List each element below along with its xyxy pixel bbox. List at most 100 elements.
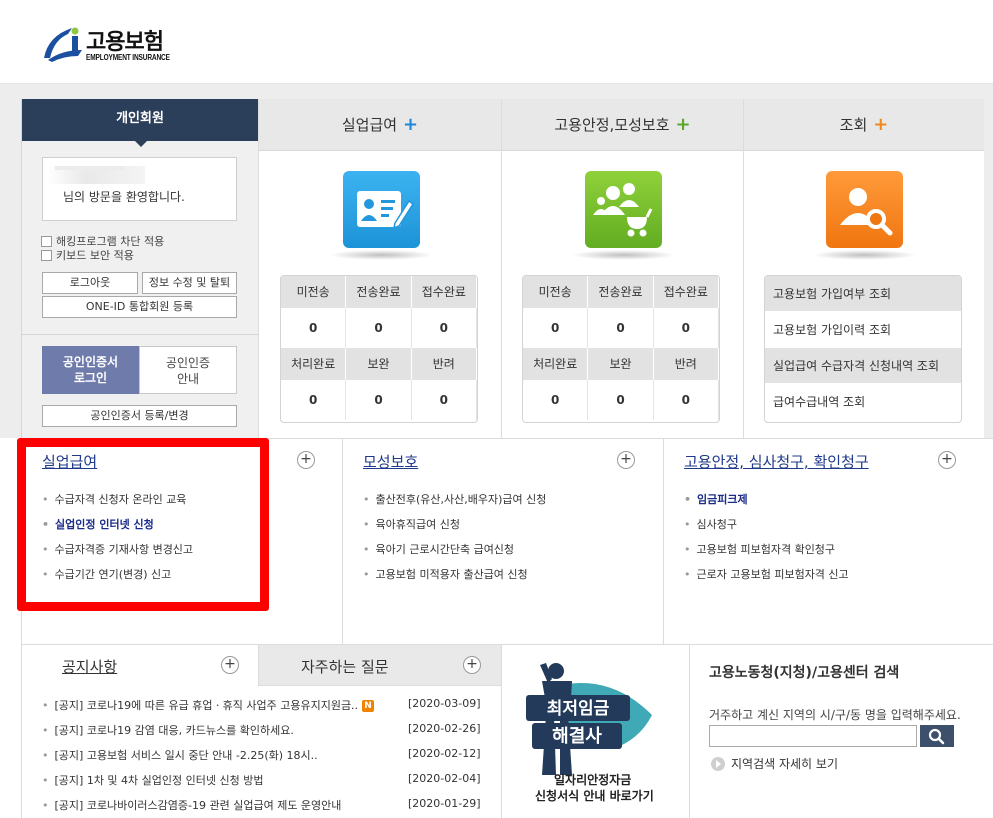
more-plus-icon[interactable]: + <box>938 451 956 469</box>
inquiry-link[interactable]: 실업급여 수급자격 신청내역 조회 <box>765 348 961 384</box>
more-plus-icon[interactable]: + <box>221 656 239 674</box>
status-count[interactable]: 0 <box>523 380 589 420</box>
oneid-register-button[interactable]: ONE-ID 통합회원 등록 <box>42 296 237 318</box>
welcome-box: 님의 방문을 환영합니다. <box>42 157 237 221</box>
highlight-box <box>17 438 269 611</box>
status-label: 전송완료 <box>346 276 412 308</box>
checkbox-icon[interactable] <box>41 249 52 261</box>
link-list: • 임금피크제 • 심사청구 • 고용보험 피보험자격 확인청구 • 근로자 고용보험 … <box>684 491 849 591</box>
service-body: 고용보험 가입여부 조회 고용보험 가입이력 조회 실업급여 수급자격 신청내역… <box>744 151 984 438</box>
list-item[interactable]: • 근로자 고용보험 피보험자격 신고 <box>684 566 849 591</box>
status-count[interactable]: 0 <box>654 380 719 420</box>
status-count[interactable]: 0 <box>412 308 477 348</box>
cert-login-button[interactable]: 공인인증서 로그인 <box>42 346 139 394</box>
notice-item[interactable]: • [공지] 고용보험 서비스 일시 중단 안내 -2.25(화) 18시.. [2… <box>42 747 500 772</box>
service-title: 실업급여 <box>341 116 398 134</box>
cert-login-label-1: 공인인증서 <box>62 355 119 369</box>
tab-faq[interactable]: 자주하는 질문 + <box>259 645 502 686</box>
status-label-row: 미전송 전송완료 접수완료 <box>281 276 477 308</box>
service-header[interactable]: 실업급여 + <box>259 99 501 151</box>
status-count[interactable]: 0 <box>346 308 412 348</box>
play-circle-icon <box>711 756 725 771</box>
region-search-input[interactable] <box>709 725 917 747</box>
service-body: 미전송 전송완료 접수완료 0 0 0 처리완료 보완 반려 0 0 0 <box>259 151 501 438</box>
more-plus-icon[interactable]: + <box>297 451 315 469</box>
member-panel: 개인회원 님의 방문을 환영합니다. 해킹프로그램 차단 적용 키보드 보안 적… <box>21 99 258 438</box>
list-item[interactable]: • 고용보험 피보험자격 확인청구 <box>684 541 849 566</box>
links-title[interactable]: 모성보호 <box>363 451 418 472</box>
list-item[interactable]: • 육아휴직급여 신청 <box>363 516 546 541</box>
status-label: 처리완료 <box>523 348 589 380</box>
cert-register-button[interactable]: 공인인증서 등록/변경 <box>42 405 237 427</box>
more-plus-icon[interactable]: + <box>617 451 635 469</box>
banner-line-1: 일자리안정자금 <box>554 773 632 787</box>
id-card-pen-icon[interactable] <box>329 171 434 260</box>
service-unemployment: 실업급여 + 미전송 전송완료 접수완료 0 0 0 처리완료 보완 반려 0 … <box>258 99 501 438</box>
notice-item[interactable]: • [공지] 1차 및 4차 실업인정 인터넷 신청 방법 [2020-02-04] <box>42 772 500 797</box>
inquiry-list: 고용보험 가입여부 조회 고용보험 가입이력 조회 실업급여 수급자격 신청내역… <box>764 275 962 423</box>
stability-status-table: 미전송 전송완료 접수완료 0 0 0 처리완료 보완 반려 0 0 0 <box>522 275 720 423</box>
status-count[interactable]: 0 <box>588 308 654 348</box>
notice-item[interactable]: • [공지] 코로나19에 따른 유급 휴업ㆍ휴직 사업주 고용유지지원금.. N[… <box>42 697 500 722</box>
banner-headline-2: 해결사 <box>552 726 602 747</box>
office-search-desc: 거주하고 계신 지역의 시/구/동 명을 입력해주세요. <box>709 708 961 722</box>
search-icon <box>928 728 945 745</box>
more-plus-icon[interactable]: + <box>463 656 481 674</box>
cert-login-label-2: 로그인 <box>73 371 108 385</box>
status-count[interactable]: 0 <box>654 308 719 348</box>
tab-notice[interactable]: 공지사항 + <box>22 645 259 686</box>
keyboard-security-label: 키보드 보안 적용 <box>56 249 134 262</box>
list-item[interactable]: • 임금피크제 <box>684 491 849 516</box>
service-header[interactable]: 조회 + <box>744 99 984 151</box>
keyboard-security-checkbox[interactable]: 키보드 보안 적용 <box>41 247 134 263</box>
user-search-icon[interactable] <box>812 171 917 260</box>
service-title: 고용안정,모성보호 <box>554 116 670 134</box>
welcome-text: 님의 방문을 환영합니다. <box>63 190 185 204</box>
inquiry-link[interactable]: 고용보험 가입여부 조회 <box>765 276 961 312</box>
divider <box>22 334 258 335</box>
family-stroller-icon[interactable] <box>571 171 676 260</box>
more-link-label: 지역검색 자세히 보기 <box>731 757 838 771</box>
status-count[interactable]: 0 <box>588 380 654 420</box>
plus-icon[interactable]: + <box>873 114 888 135</box>
plus-icon[interactable]: + <box>676 114 691 135</box>
list-item[interactable]: • 심사청구 <box>684 516 849 541</box>
status-count[interactable]: 0 <box>346 380 412 420</box>
status-count[interactable]: 0 <box>281 308 347 348</box>
status-count[interactable]: 0 <box>412 380 477 420</box>
status-label: 접수완료 <box>412 276 477 308</box>
status-count[interactable]: 0 <box>523 308 589 348</box>
cert-guide-label-1: 공인인증 <box>165 356 211 370</box>
notice-item[interactable]: • [공지] 코로나19 감염 대응, 카드뉴스를 확인하세요. [2020-02-… <box>42 722 500 747</box>
service-inquiry: 조회 + 고용보험 가입여부 조회 고용보험 가입이력 조회 실업급여 수급자격 … <box>743 99 984 438</box>
minimum-wage-banner[interactable]: 최저임금 해결사 일자리안정자금 신청서식 안내 바로가기 <box>501 645 689 818</box>
plus-icon[interactable]: + <box>403 114 418 135</box>
notice-date: [2020-01-29] <box>408 797 481 810</box>
service-header[interactable]: 고용안정,모성보호 + <box>502 99 743 151</box>
links-stability: 고용안정, 심사청구, 확인청구 + • 임금피크제 • 심사청구 • 고용보험 피보… <box>663 439 993 644</box>
inquiry-link[interactable]: 고용보험 가입이력 조회 <box>765 312 961 348</box>
status-count[interactable]: 0 <box>281 380 347 420</box>
list-item[interactable]: • 육아기 근로시간단축 급여신청 <box>363 541 546 566</box>
tab-label: 자주하는 질문 <box>301 658 389 676</box>
search-button[interactable] <box>920 725 954 747</box>
member-panel-title: 개인회원 <box>22 99 258 147</box>
cert-guide-button[interactable]: 공인인증 안내 <box>139 346 237 394</box>
service-body: 미전송 전송완료 접수완료 0 0 0 처리완료 보완 반려 0 0 0 <box>502 151 743 438</box>
notice-date: [2020-03-09] <box>408 697 481 710</box>
region-search-more-link[interactable]: 지역검색 자세히 보기 <box>711 755 838 772</box>
masked-username-bar <box>55 166 125 170</box>
edit-info-button[interactable]: 정보 수정 및 탈퇴 <box>142 272 237 294</box>
links-title[interactable]: 고용안정, 심사청구, 확인청구 <box>684 451 869 472</box>
list-item[interactable]: • 출산전후(유산,사산,배우자)급여 신청 <box>363 491 546 516</box>
inquiry-link[interactable]: 급여수급내역 조회 <box>765 384 961 420</box>
employment-insurance-logo[interactable]: 고용보험 EMPLOYMENT INSURANCE <box>42 22 182 64</box>
status-label: 반려 <box>412 348 477 380</box>
notice-date: [2020-02-12] <box>408 747 481 760</box>
checkbox-icon[interactable] <box>41 235 52 247</box>
list-item[interactable]: • 고용보험 미적용자 출산급여 신청 <box>363 566 546 591</box>
status-label: 보완 <box>588 348 654 380</box>
notice-item[interactable]: • [공지] 코로나바이러스감염증-19 관련 실업급여 제도 운영안내 [2020… <box>42 797 500 818</box>
logout-button[interactable]: 로그아웃 <box>42 272 138 294</box>
status-label: 반려 <box>654 348 719 380</box>
